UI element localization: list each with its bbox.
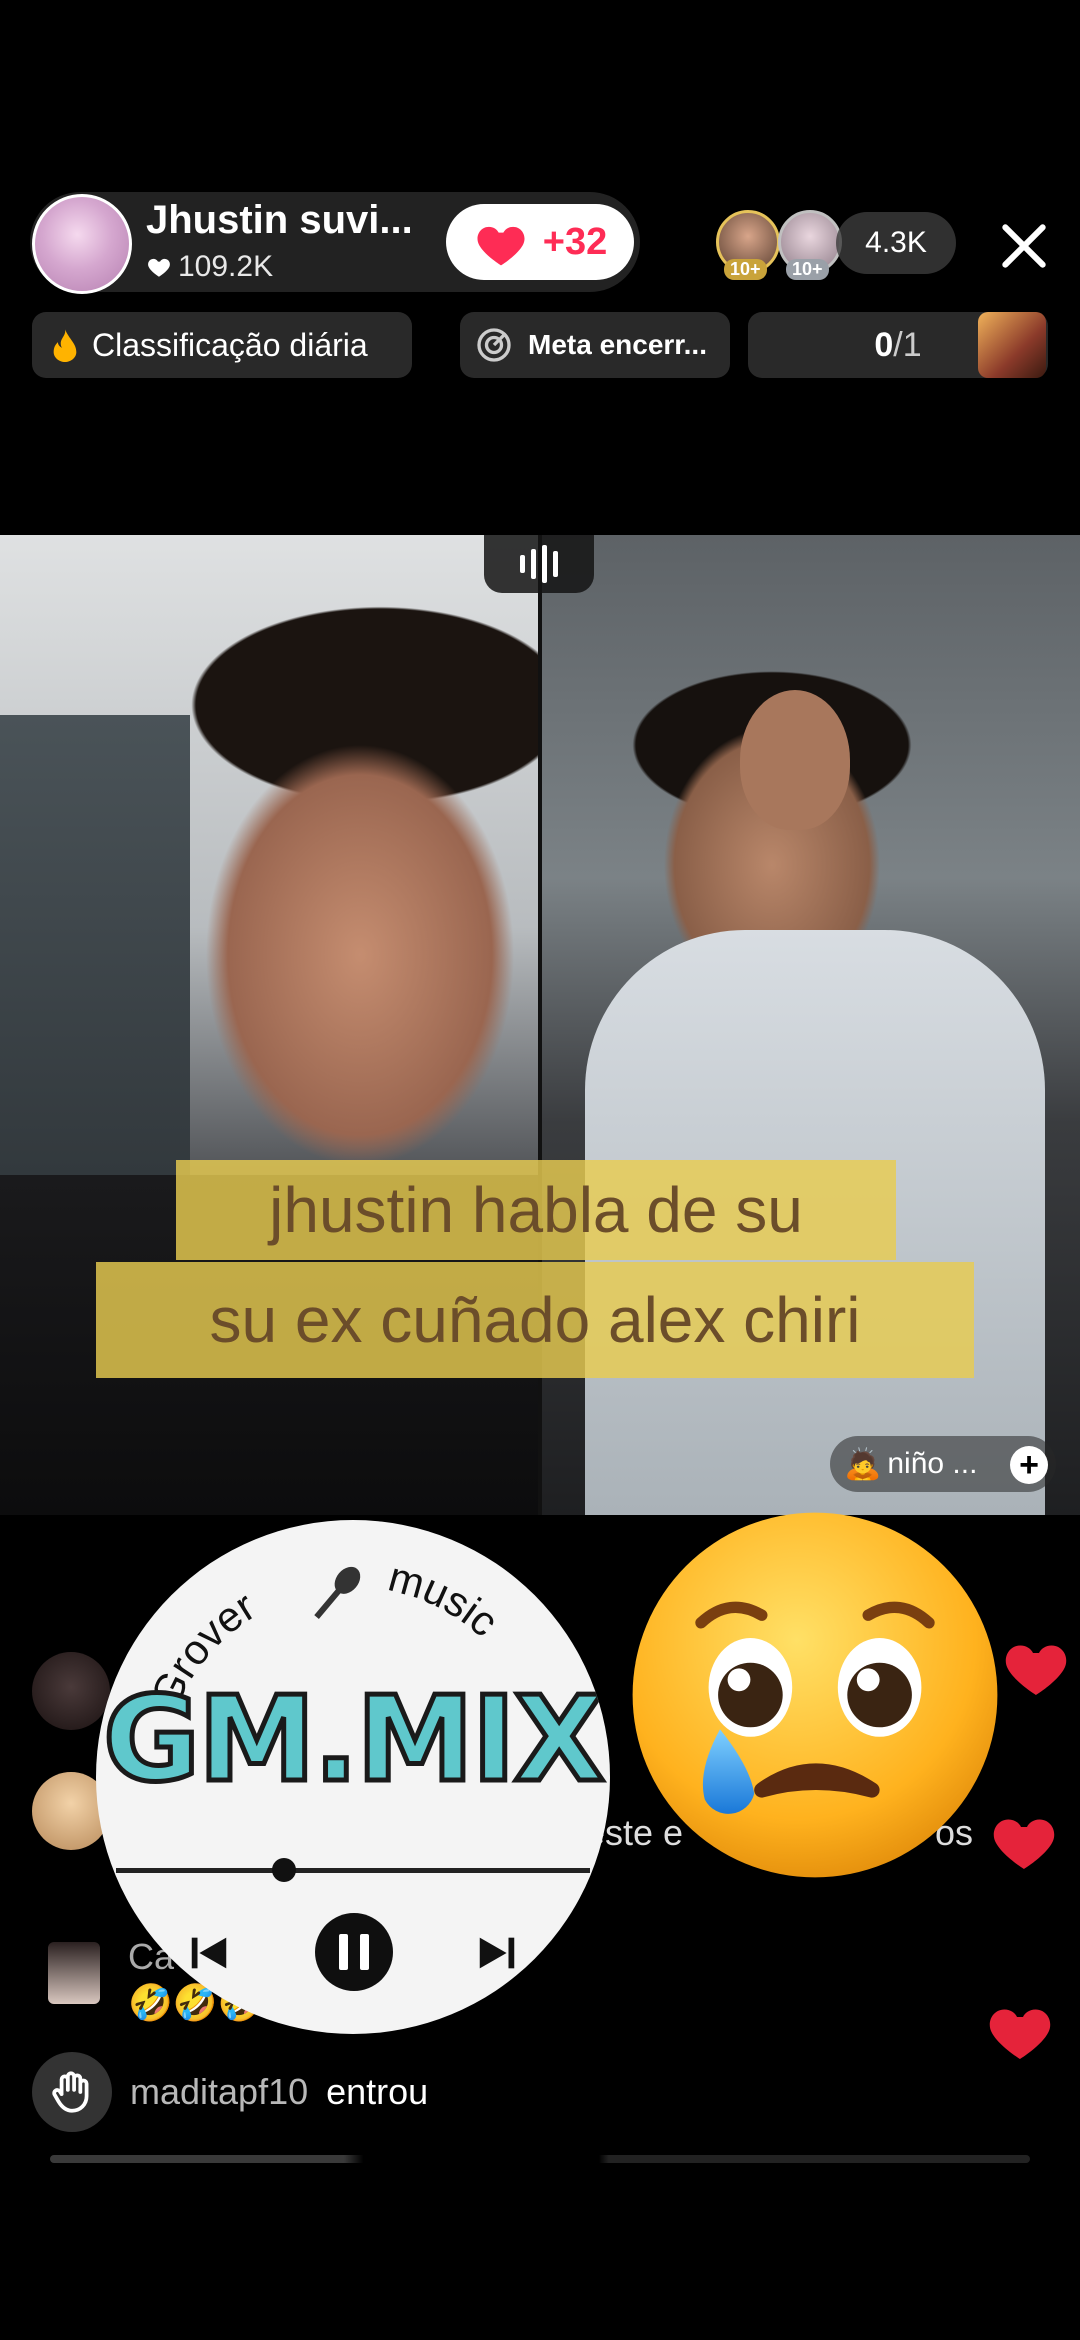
guest-face	[740, 690, 850, 830]
joined-action: entrou	[326, 2071, 429, 2112]
pause-icon	[315, 1913, 393, 1991]
floating-heart-icon	[989, 2009, 1051, 2059]
brand-right-text: music	[384, 1553, 508, 1646]
score-total: /1	[893, 325, 922, 364]
top-viewer-2[interactable]: 10+	[778, 210, 842, 280]
bottom-toolbar-edge	[50, 2155, 1030, 2163]
logo-text: GM.MIX	[101, 1668, 607, 1811]
viewer-badge: 10+	[724, 259, 767, 280]
goal-label: Meta encerr...	[528, 329, 707, 360]
floating-heart-icon	[1005, 1645, 1067, 1695]
guest-name: niño ...	[887, 1447, 978, 1480]
host-name[interactable]: Jhustin suvi...	[146, 198, 413, 243]
viewer-count[interactable]: 4.3K	[836, 212, 956, 274]
caption-line-2: su ex cuñado alex chiri	[96, 1262, 974, 1378]
follow-gift-button[interactable]: +32	[446, 204, 634, 280]
gm-mix-logo: Grover music GM.MIX	[96, 1520, 610, 2034]
daily-ranking-button[interactable]: Classificação diária	[32, 312, 412, 378]
comment-avatar[interactable]	[48, 1942, 100, 2004]
gift-count: +32	[542, 220, 608, 263]
guest-name-pill[interactable]: 🙇 niño ... +	[830, 1436, 1056, 1492]
crying-face-sticker	[632, 1512, 998, 1878]
svg-text:music: music	[384, 1553, 508, 1646]
flame-icon	[53, 329, 77, 362]
host-likes: 109.2K	[146, 250, 273, 284]
goal-button[interactable]: Meta encerr...	[460, 312, 730, 378]
joined-notice: maditapf10 entrou	[32, 2052, 428, 2132]
viewer-badge: 10+	[786, 259, 829, 280]
close-icon[interactable]	[996, 218, 1052, 274]
split-handle[interactable]	[484, 535, 594, 593]
caption-line-1: jhustin habla de su	[176, 1160, 896, 1260]
target-icon	[477, 328, 511, 362]
microphone-icon	[314, 1566, 361, 1620]
gift-thumbnail[interactable]	[978, 312, 1046, 378]
daily-ranking-label: Classificação diária	[92, 326, 368, 363]
heart-icon	[477, 226, 525, 266]
follow-guest-icon[interactable]: +	[1010, 1446, 1048, 1484]
host-likes-count: 109.2K	[178, 250, 274, 283]
score-value: 0	[874, 325, 894, 364]
joined-username[interactable]: maditapf10	[130, 2071, 308, 2113]
previous-icon	[191, 1937, 227, 1969]
guest-emoji: 🙇	[844, 1447, 882, 1481]
heart-icon	[148, 258, 170, 277]
top-viewer-1[interactable]: 10+	[716, 210, 780, 280]
progress-track	[116, 1868, 590, 1873]
progress-knob	[272, 1858, 296, 1882]
next-icon	[479, 1937, 515, 1969]
host-avatar[interactable]	[32, 194, 132, 294]
wave-hand-icon	[32, 2052, 112, 2132]
